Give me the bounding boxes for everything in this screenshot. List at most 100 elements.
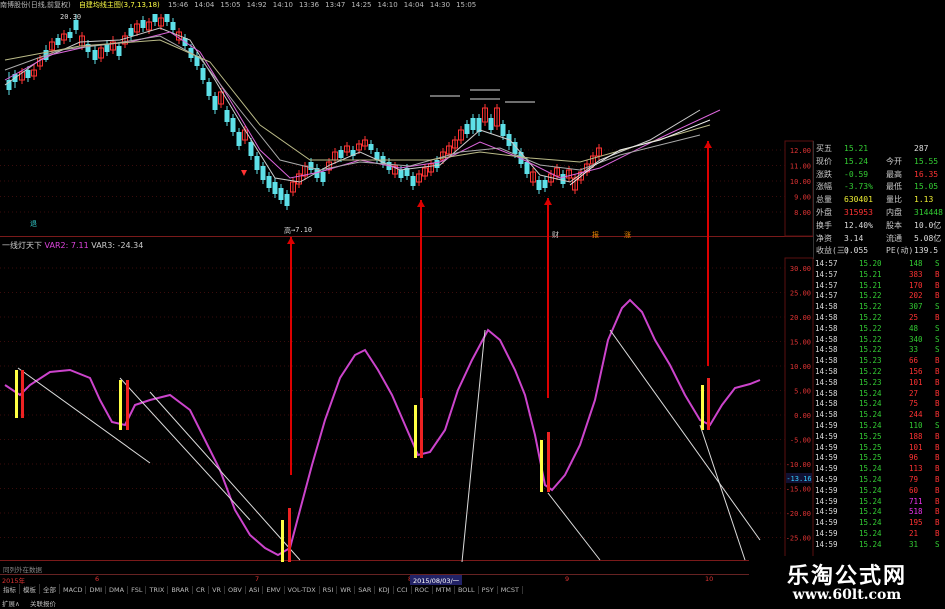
tick-list[interactable]: 14:57 15.20 148 S 14:57 15.21 383 B 14:57 15.21 17… [813, 259, 945, 554]
price-tick: 9.00 [794, 194, 811, 202]
footer-button[interactable]: 关联报价 [30, 598, 56, 608]
quote-row: 净资 3.14 流通 5.08亿 [814, 233, 945, 244]
candle-body [560, 174, 566, 184]
tick-time: 14:58 [815, 399, 838, 409]
tick-row[interactable]: 14:57 15.22 202 B [813, 291, 945, 302]
tick-row[interactable]: 14:59 15.25 96 B [813, 453, 945, 464]
tick-time: 14:57 [815, 291, 838, 301]
tick-row[interactable]: 14:58 15.23 66 B [813, 356, 945, 367]
tick-row[interactable]: 14:59 15.25 188 B [813, 432, 945, 443]
indicator-tab[interactable]: FSL [128, 586, 147, 594]
candle-body [224, 110, 230, 122]
tick-row[interactable]: 14:59 15.24 110 S [813, 421, 945, 432]
stock-chart[interactable]: 12.00 11.00 10.00 9.00 8.00 30.00 25.00 20.00 15… [0, 0, 945, 609]
indicator-tab[interactable]: KDJ [375, 586, 394, 594]
indicator-tabs[interactable]: 指标 模板 全部 MACD DMI DMA FSL TRIX BRAR CR VR OBV ASI EMV… [0, 584, 815, 595]
quote-value-2: 1.13 [914, 195, 934, 205]
signal-bar-yellow [15, 370, 18, 418]
tick-row[interactable]: 14:58 15.22 340 S [813, 335, 945, 346]
tick-row[interactable]: 14:58 15.22 307 S [813, 302, 945, 313]
tick-price: 15.22 [859, 345, 882, 355]
time-label: 15:05 [220, 1, 241, 9]
signal-arrow-3-head [544, 198, 552, 205]
indicator-tab[interactable]: EMV [263, 586, 285, 594]
trendline [461, 329, 486, 563]
tick-row[interactable]: 14:57 15.21 383 B [813, 270, 945, 281]
tick-direction: B [935, 453, 940, 463]
quote-field-label: 量比 [886, 195, 902, 205]
tick-row[interactable]: 14:59 15.24 195 B [813, 518, 945, 529]
tick-row[interactable]: 14:58 15.22 48 S [813, 324, 945, 335]
tick-row[interactable]: 14:59 15.24 518 B [813, 507, 945, 518]
tick-row[interactable]: 14:59 15.24 60 B [813, 486, 945, 497]
tick-row[interactable]: 14:58 15.22 33 S [813, 345, 945, 356]
quote-value-2: 10.0亿 [914, 220, 942, 230]
tick-time: 14:59 [815, 464, 838, 474]
tick-row[interactable]: 14:59 15.24 79 B [813, 475, 945, 486]
candle-body [254, 156, 260, 170]
indicator-tab[interactable]: 全部 [40, 584, 60, 594]
tick-row[interactable]: 14:59 15.24 113 B [813, 464, 945, 475]
candle-body [92, 50, 98, 60]
tick-time: 14:57 [815, 269, 838, 279]
tick-time: 14:59 [815, 485, 838, 495]
indicator-tab[interactable]: DMI [86, 586, 107, 594]
indicator-tab[interactable]: PSY [479, 586, 498, 594]
indicator-tab[interactable]: CCI [394, 586, 412, 594]
indicator-tab[interactable]: VR [209, 586, 226, 594]
down-arrow-icon [241, 170, 247, 176]
indicator-tab[interactable]: WR [337, 586, 356, 594]
indicator-tab[interactable]: DMA [106, 586, 129, 594]
tick-row[interactable]: 14:59 15.25 101 B [813, 443, 945, 454]
tick-row[interactable]: 14:59 15.24 21 B [813, 529, 945, 540]
tick-volume: 101 [909, 377, 923, 387]
tick-row[interactable]: 14:58 15.22 156 B [813, 367, 945, 378]
signal-bar-yellow [414, 405, 417, 458]
tick-row[interactable]: 14:58 15.23 101 B [813, 378, 945, 389]
footer-button[interactable]: 扩展∧ [2, 598, 20, 608]
indicator-tab[interactable]: CR [193, 586, 210, 594]
indicator-tab[interactable]: OBV [225, 586, 246, 594]
indicator-tab[interactable]: MCST [498, 586, 523, 594]
candle-body [248, 142, 254, 156]
tick-volume: 79 [909, 475, 919, 484]
quote-value: 315953 [844, 208, 873, 217]
indicator-tab[interactable]: 指标 [0, 584, 20, 594]
indicator-tab[interactable]: TRIX [146, 586, 169, 594]
tick-row[interactable]: 14:57 15.20 148 S [813, 259, 945, 270]
tick-row[interactable]: 14:57 15.21 170 B [813, 281, 945, 292]
sub-tick: -5.00 [790, 437, 811, 445]
indicator-tab[interactable]: BRAR [168, 586, 193, 594]
candle-body [206, 82, 212, 96]
indicator-tab[interactable]: MACD [60, 586, 87, 594]
sub-tick: -15.00 [786, 486, 811, 494]
tick-volume: 25 [909, 313, 919, 322]
tick-volume: 31 [909, 539, 919, 549]
sub-panel-title: 一线灯天下 VAR2: 7.11 VAR3: -24.34 [2, 240, 143, 251]
candle-body [266, 176, 272, 188]
indicator-tab[interactable]: VOL-TDX [285, 586, 320, 594]
candle-body [320, 172, 326, 182]
indicator-tab[interactable]: SAR [355, 586, 376, 594]
indicator-tab[interactable]: BOLL [455, 586, 479, 594]
tick-price: 15.23 [859, 356, 882, 366]
tick-row[interactable]: 14:59 15.24 711 B [813, 497, 945, 508]
quote-field-label: 内盘 [886, 208, 902, 217]
tick-row[interactable]: 14:58 15.24 27 B [813, 389, 945, 400]
tick-row[interactable]: 14:58 15.24 244 B [813, 410, 945, 421]
indicator-tab[interactable]: 模板 [20, 584, 40, 594]
date-axis: 2015年6782015/08/03/一910 [0, 574, 815, 585]
tick-volume: 48 [909, 323, 919, 333]
tick-time: 14:59 [815, 475, 838, 484]
tick-row[interactable]: 14:59 15.24 31 S [813, 540, 945, 551]
indicator-tab[interactable]: ROC [412, 586, 433, 594]
tick-row[interactable]: 14:58 15.24 75 B [813, 399, 945, 410]
indicator-tab[interactable]: MTM [433, 586, 455, 594]
tick-row[interactable]: 14:58 15.22 25 B [813, 313, 945, 324]
tick-volume: 383 [909, 269, 923, 279]
indicator-tab[interactable]: RSI [320, 586, 338, 594]
tick-time: 14:59 [815, 421, 838, 430]
tick-price: 15.23 [859, 377, 882, 387]
time-label: 15:46 [168, 1, 189, 9]
indicator-tab[interactable]: ASI [246, 586, 264, 594]
